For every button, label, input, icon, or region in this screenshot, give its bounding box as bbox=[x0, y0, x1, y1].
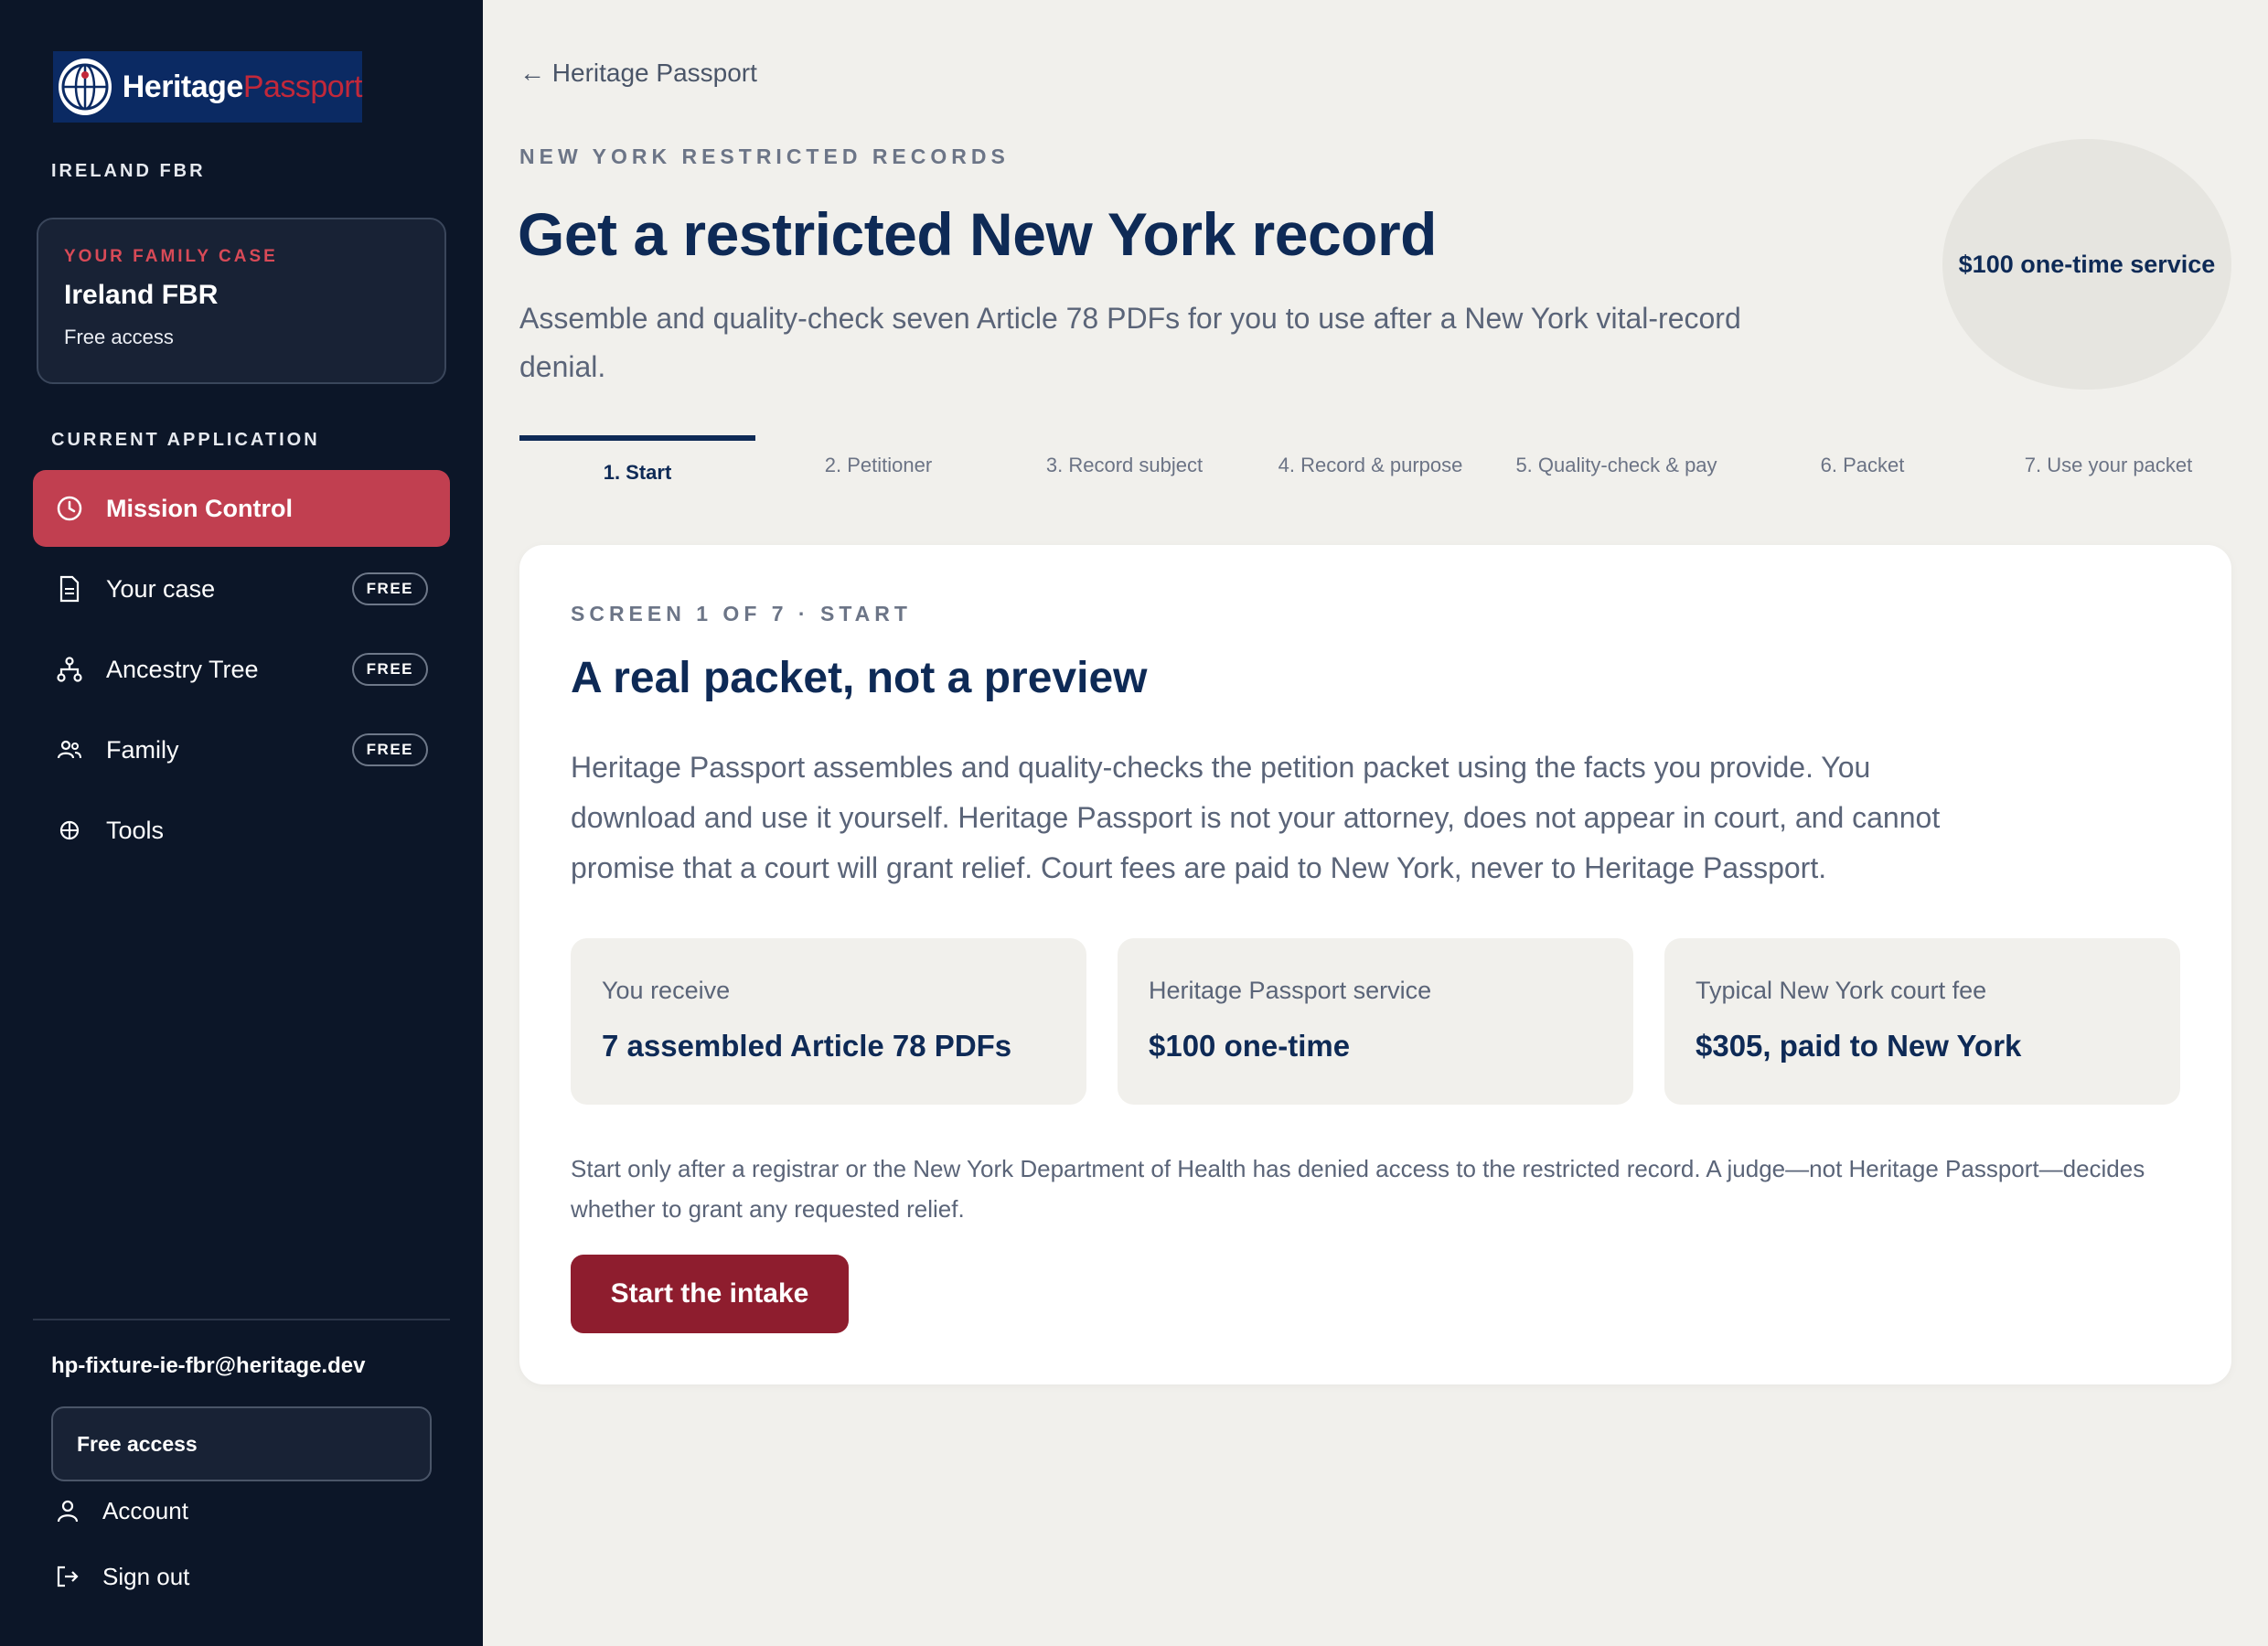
start-intake-button[interactable]: Start the intake bbox=[571, 1255, 849, 1333]
sidebar-item-label: Mission Control bbox=[106, 494, 293, 522]
account-label: Account bbox=[102, 1496, 188, 1524]
brand-part2: Passport bbox=[242, 69, 363, 104]
info-box-service: Heritage Passport service $100 one-time bbox=[1118, 938, 1633, 1105]
info-value: 7 assembled Article 78 PDFs bbox=[602, 1029, 1012, 1063]
info-box-receive: You receive 7 assembled Article 78 PDFs bbox=[571, 938, 1086, 1105]
sign-out-link[interactable]: Sign out bbox=[53, 1562, 189, 1591]
tools-icon bbox=[55, 816, 84, 845]
sidebar-item-tools[interactable]: Tools bbox=[33, 792, 450, 869]
family-case-card[interactable]: YOUR FAMILY CASE Ireland FBR Free access bbox=[37, 218, 446, 384]
globe-icon bbox=[59, 59, 112, 115]
info-value: $100 one-time bbox=[1149, 1029, 1351, 1063]
step-tab-record-purpose[interactable]: 4. Record & purpose bbox=[1247, 435, 1493, 499]
user-email: hp-fixture-ie-fbr@heritage.dev bbox=[51, 1353, 366, 1378]
info-row: You receive 7 assembled Article 78 PDFs … bbox=[571, 938, 2180, 1105]
sidebar-item-ancestry-tree[interactable]: Ancestry Tree FREE bbox=[33, 631, 450, 708]
access-plan-label: Free access bbox=[77, 1431, 198, 1456]
sidebar-item-your-case[interactable]: Your case FREE bbox=[33, 550, 450, 627]
card-note: Start only after a registrar or the New … bbox=[571, 1155, 2145, 1223]
brand-logo[interactable]: HeritagePassport bbox=[53, 51, 363, 123]
case-eyebrow: YOUR FAMILY CASE bbox=[64, 247, 278, 266]
sidebar-item-mission-control[interactable]: Mission Control bbox=[33, 470, 450, 547]
document-icon bbox=[55, 574, 84, 604]
sidebar-item-label: Ancestry Tree bbox=[106, 655, 259, 683]
info-label: Typical New York court fee bbox=[1696, 977, 1987, 1004]
case-name: Ireland FBR bbox=[64, 280, 219, 310]
back-link[interactable]: ← Heritage Passport bbox=[519, 59, 757, 88]
page-eyebrow: NEW YORK RESTRICTED RECORDS bbox=[519, 144, 1010, 168]
info-label: You receive bbox=[602, 977, 731, 1004]
free-badge: FREE bbox=[351, 653, 428, 686]
program-label: IRELAND FBR bbox=[51, 161, 206, 181]
step-tab-packet[interactable]: 6. Packet bbox=[1739, 435, 1985, 499]
step-tab-record-subject[interactable]: 3. Record subject bbox=[1001, 435, 1247, 499]
step-tab-start[interactable]: 1. Start bbox=[519, 435, 755, 499]
info-label: Heritage Passport service bbox=[1149, 977, 1432, 1004]
sidebar-divider bbox=[33, 1319, 450, 1320]
sidebar-item-label: Tools bbox=[106, 816, 165, 844]
info-box-court-fee: Typical New York court fee $305, paid to… bbox=[1664, 938, 2180, 1105]
clock-icon bbox=[55, 494, 84, 523]
sidebar: HeritagePassport IRELAND FBR YOUR FAMILY… bbox=[0, 0, 483, 1646]
user-icon bbox=[53, 1496, 82, 1525]
page-description: Assemble and quality-check seven Article… bbox=[519, 302, 1741, 383]
sign-out-label: Sign out bbox=[102, 1562, 190, 1590]
free-badge: FREE bbox=[351, 572, 428, 605]
case-access: Free access bbox=[64, 326, 174, 348]
price-badge: $100 one-time service bbox=[1942, 139, 2231, 390]
card-title: A real packet, not a preview bbox=[571, 654, 1148, 702]
screen-indicator: SCREEN 1 OF 7 · START bbox=[571, 602, 912, 625]
access-plan-box[interactable]: Free access bbox=[51, 1406, 432, 1481]
free-badge: FREE bbox=[351, 733, 428, 766]
sidebar-item-label: Your case bbox=[106, 574, 216, 603]
step-tab-quality-check-pay[interactable]: 5. Quality-check & pay bbox=[1493, 435, 1739, 499]
tree-icon bbox=[55, 655, 84, 684]
card-body: Heritage Passport assembles and quality-… bbox=[571, 751, 1941, 884]
brand-part1: Heritage bbox=[122, 69, 244, 104]
step-tabs: 1. Start 2. Petitioner 3. Record subject… bbox=[519, 435, 2231, 499]
sidebar-item-label: Family bbox=[106, 735, 179, 764]
step-tab-use-packet[interactable]: 7. Use your packet bbox=[1985, 435, 2231, 499]
page-title: Get a restricted New York record bbox=[518, 200, 1437, 268]
people-icon bbox=[55, 735, 84, 764]
sidebar-item-family[interactable]: Family FREE bbox=[33, 711, 450, 788]
account-link[interactable]: Account bbox=[53, 1496, 188, 1525]
start-card: SCREEN 1 OF 7 · START A real packet, not… bbox=[519, 545, 2231, 1384]
current-application-label: CURRENT APPLICATION bbox=[51, 430, 320, 450]
info-value: $305, paid to New York bbox=[1696, 1029, 2022, 1063]
sign-out-icon bbox=[53, 1562, 82, 1591]
price-badge-text: $100 one-time service bbox=[1958, 250, 2216, 278]
step-tab-petitioner[interactable]: 2. Petitioner bbox=[755, 435, 1001, 499]
brand-wordmark: HeritagePassport bbox=[122, 69, 363, 105]
